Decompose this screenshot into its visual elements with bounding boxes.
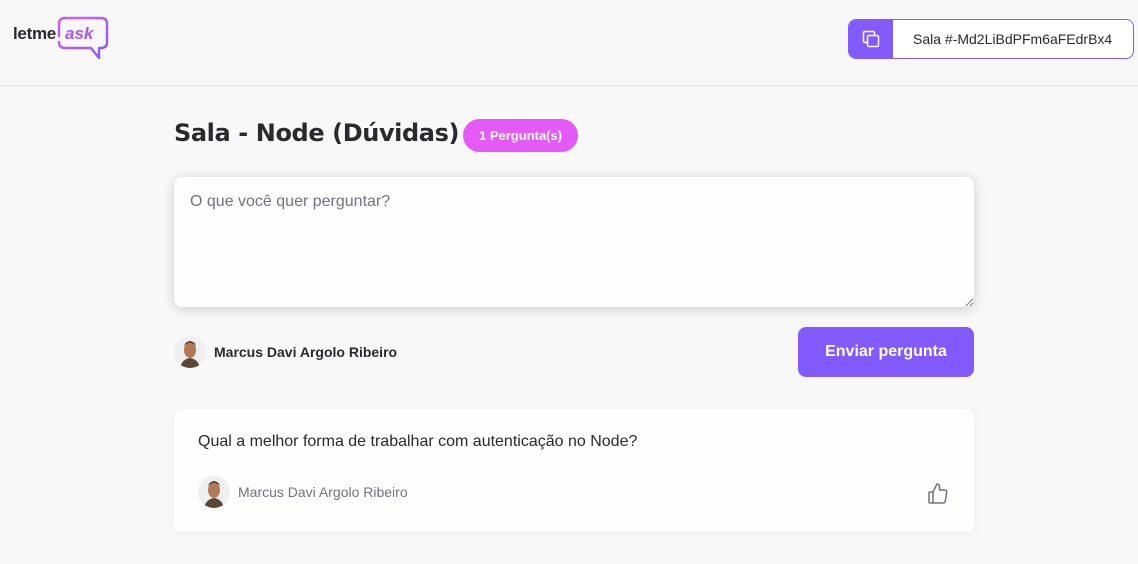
logo-text-letme: letme (13, 24, 56, 43)
current-user-info: Marcus Davi Argolo Ribeiro (174, 336, 397, 368)
thumbs-up-icon (928, 483, 948, 504)
question-card: Qual a melhor forma de trabalhar com aut… (174, 409, 974, 532)
user-avatar-image (174, 336, 206, 368)
question-author-name: Marcus Davi Argolo Ribeiro (238, 484, 408, 500)
page-header: letme ask Sala #-Md2LiBdPFm6aFEdrBx4 (0, 0, 1138, 86)
room-code-label: Sala #-Md2LiBdPFm6aFEdrBx4 (913, 31, 1113, 47)
question-author: Marcus Davi Argolo Ribeiro (198, 476, 408, 508)
copy-icon-box (849, 20, 893, 58)
author-avatar-image (198, 476, 230, 508)
avatar (198, 476, 230, 508)
send-question-button[interactable]: Enviar pergunta (798, 327, 974, 377)
logo-text-ask: ask (65, 24, 94, 43)
copy-icon (862, 30, 880, 48)
current-user-name: Marcus Davi Argolo Ribeiro (214, 344, 398, 360)
question-text: Qual a melhor forma de trabalhar com aut… (198, 433, 638, 450)
avatar (174, 336, 206, 368)
page-title: Sala - Node (Dúvidas) (174, 119, 460, 147)
question-count-badge: 1 Pergunta(s) (463, 119, 579, 152)
copy-room-code-button[interactable]: Sala #-Md2LiBdPFm6aFEdrBx4 (848, 19, 1134, 59)
letmeask-logo[interactable]: letme ask (13, 14, 113, 64)
question-input[interactable] (174, 177, 974, 307)
like-button[interactable] (924, 479, 952, 507)
